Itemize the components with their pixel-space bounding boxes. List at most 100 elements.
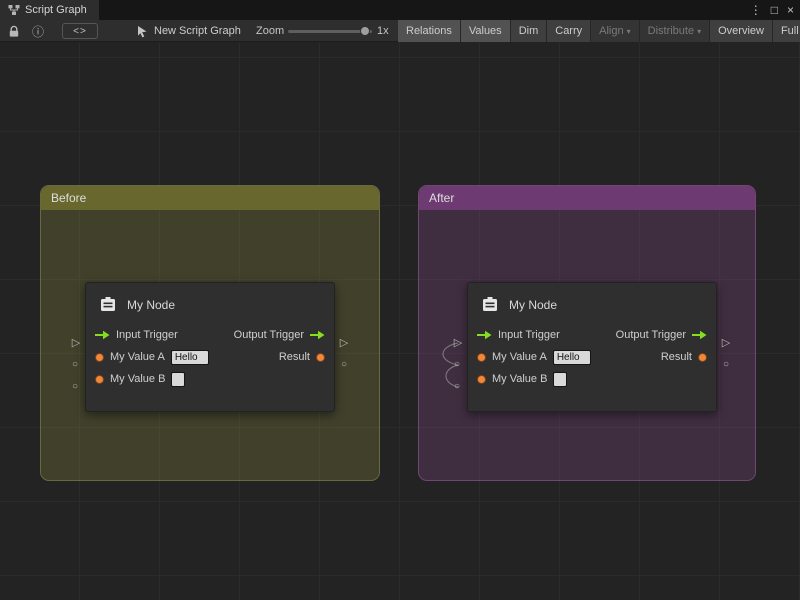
zoom-slider-handle[interactable] bbox=[360, 26, 370, 36]
value-port-icon[interactable]: ○ bbox=[451, 381, 463, 393]
output-trigger-label: Output Trigger bbox=[234, 329, 304, 341]
flow-port-icon[interactable]: ▷ bbox=[719, 336, 733, 350]
my-value-a-port[interactable]: My Value A bbox=[477, 350, 591, 365]
result-label: Result bbox=[279, 351, 310, 363]
my-value-b-label: My Value B bbox=[492, 373, 547, 385]
dim-button[interactable]: Dim bbox=[511, 20, 548, 42]
my-value-b-port[interactable]: My Value B bbox=[95, 372, 185, 387]
carry-label: Carry bbox=[555, 25, 582, 37]
zoom-slider[interactable] bbox=[288, 30, 372, 33]
relations-button[interactable]: Relations bbox=[398, 20, 461, 42]
flow-port-icon[interactable]: ▷ bbox=[69, 336, 83, 350]
flow-arrow-icon bbox=[310, 330, 325, 340]
node-header[interactable]: My Node bbox=[468, 283, 716, 324]
unit-box-icon bbox=[98, 295, 118, 315]
info-icon: ⓘ bbox=[32, 23, 44, 40]
unit-box-icon bbox=[480, 295, 500, 315]
carry-button[interactable]: Carry bbox=[547, 20, 591, 42]
node-header[interactable]: My Node bbox=[86, 283, 334, 324]
edit-source-button[interactable]: <> bbox=[62, 23, 98, 39]
graph-toolbar: ⓘ <> New Script Graph Zoom 1x Relations … bbox=[0, 20, 800, 42]
maximize-icon[interactable]: □ bbox=[771, 3, 778, 17]
flow-port-icon[interactable]: ▷ bbox=[451, 336, 465, 350]
fullscreen-button[interactable]: Full Scr bbox=[773, 20, 800, 42]
value-port-icon[interactable]: ○ bbox=[338, 359, 350, 371]
my-value-b-input[interactable] bbox=[171, 372, 185, 387]
group-before-header[interactable]: Before bbox=[41, 186, 379, 210]
lock-icon bbox=[8, 25, 20, 38]
value-port-icon[interactable]: ○ bbox=[451, 359, 463, 371]
value-row-a: My Value A Result bbox=[86, 346, 334, 368]
lock-button[interactable] bbox=[8, 20, 20, 42]
node-title: My Node bbox=[127, 298, 175, 312]
my-value-a-port[interactable]: My Value A bbox=[95, 350, 209, 365]
toolbar-buttons: Relations Values Dim Carry Align ▾ Distr… bbox=[398, 20, 800, 42]
value-port-dot-icon[interactable] bbox=[316, 353, 325, 362]
my-value-b-input[interactable] bbox=[553, 372, 567, 387]
input-trigger-label: Input Trigger bbox=[498, 329, 560, 341]
distribute-button[interactable]: Distribute ▾ bbox=[640, 20, 710, 42]
value-port-dot-icon[interactable] bbox=[477, 353, 486, 362]
value-row-b: My Value B bbox=[86, 368, 334, 390]
flow-port-icon[interactable]: ▷ bbox=[337, 336, 351, 350]
graph-canvas[interactable]: Before After My Node bbox=[0, 42, 800, 600]
result-label: Result bbox=[661, 351, 692, 363]
relations-label: Relations bbox=[406, 25, 452, 37]
value-port-dot-icon[interactable] bbox=[95, 353, 104, 362]
chevron-down-icon: ▾ bbox=[697, 27, 701, 36]
tab-title: Script Graph bbox=[25, 4, 87, 16]
graph-selector[interactable]: New Script Graph bbox=[136, 20, 241, 42]
flow-arrow-icon bbox=[477, 330, 492, 340]
value-port-icon[interactable]: ○ bbox=[69, 381, 81, 393]
flow-arrow-icon bbox=[692, 330, 707, 340]
value-port-dot-icon[interactable] bbox=[95, 375, 104, 384]
value-port-icon[interactable]: ○ bbox=[69, 359, 81, 371]
align-label: Align bbox=[599, 25, 623, 37]
window-controls: ⋮ □ × bbox=[750, 0, 794, 20]
distribute-label: Distribute bbox=[648, 25, 694, 37]
flow-row: Input Trigger Output Trigger bbox=[86, 324, 334, 346]
value-port-dot-icon[interactable] bbox=[477, 375, 486, 384]
graph-name: New Script Graph bbox=[154, 25, 241, 37]
group-before-title: Before bbox=[51, 191, 86, 205]
align-button[interactable]: Align ▾ bbox=[591, 20, 639, 42]
value-port-dot-icon[interactable] bbox=[698, 353, 707, 362]
menu-icon[interactable]: ⋮ bbox=[750, 3, 762, 17]
value-row-b: My Value B bbox=[468, 368, 716, 390]
output-trigger-port[interactable]: Output Trigger bbox=[616, 329, 707, 341]
zoom-label: Zoom bbox=[256, 20, 284, 42]
zoom-value: 1x bbox=[377, 20, 389, 42]
my-value-a-input[interactable] bbox=[171, 350, 209, 365]
my-value-a-label: My Value A bbox=[492, 351, 547, 363]
fullscreen-label: Full Scr bbox=[781, 25, 800, 37]
overview-label: Overview bbox=[718, 25, 764, 37]
script-graph-icon bbox=[8, 4, 20, 16]
result-port[interactable]: Result bbox=[279, 351, 325, 363]
input-trigger-port[interactable]: Input Trigger bbox=[95, 329, 178, 341]
info-button[interactable]: ⓘ bbox=[32, 20, 44, 42]
values-button[interactable]: Values bbox=[461, 20, 511, 42]
input-trigger-label: Input Trigger bbox=[116, 329, 178, 341]
node-title: My Node bbox=[509, 298, 557, 312]
dim-label: Dim bbox=[519, 25, 539, 37]
input-trigger-port[interactable]: Input Trigger bbox=[477, 329, 560, 341]
output-trigger-port[interactable]: Output Trigger bbox=[234, 329, 325, 341]
cursor-icon bbox=[136, 25, 148, 38]
value-port-icon[interactable]: ○ bbox=[720, 359, 732, 371]
values-label: Values bbox=[469, 25, 502, 37]
group-after-title: After bbox=[429, 191, 454, 205]
value-row-a: My Value A Result bbox=[468, 346, 716, 368]
flow-arrow-icon bbox=[95, 330, 110, 340]
tab-script-graph[interactable]: Script Graph bbox=[0, 0, 99, 20]
close-icon[interactable]: × bbox=[787, 3, 794, 17]
node-my-node-after[interactable]: My Node Input Trigger Output Trigger bbox=[467, 282, 717, 412]
overview-button[interactable]: Overview bbox=[710, 20, 773, 42]
group-after-header[interactable]: After bbox=[419, 186, 755, 210]
result-port[interactable]: Result bbox=[661, 351, 707, 363]
my-value-b-port[interactable]: My Value B bbox=[477, 372, 567, 387]
tab-bar: Script Graph ⋮ □ × bbox=[0, 0, 800, 20]
node-my-node-before[interactable]: My Node Input Trigger Output Trigger bbox=[85, 282, 335, 412]
my-value-a-input[interactable] bbox=[553, 350, 591, 365]
output-trigger-label: Output Trigger bbox=[616, 329, 686, 341]
my-value-a-label: My Value A bbox=[110, 351, 165, 363]
